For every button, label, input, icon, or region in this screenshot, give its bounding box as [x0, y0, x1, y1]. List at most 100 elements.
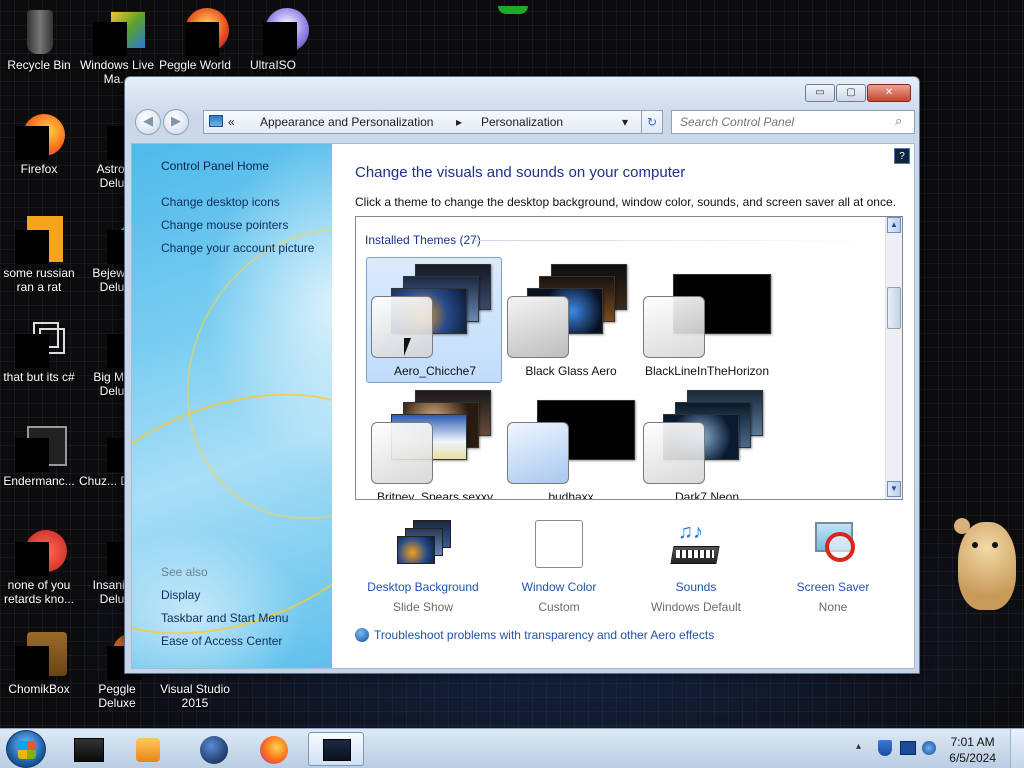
scroll-up-icon[interactable]: ▲ [887, 217, 901, 233]
desktop-icon-peggle-world[interactable]: Peggle World [156, 8, 234, 72]
desktop-icon-label: Recycle Bin [7, 58, 71, 72]
recycle-bin-icon [15, 8, 63, 56]
tray-overflow-icon[interactable]: ▴ [856, 741, 861, 752]
forward-button[interactable]: ▶ [163, 109, 189, 135]
breadcrumb-separator[interactable]: ▸ [456, 115, 462, 129]
desktop-icon-chomikbox[interactable]: ChomikBox [0, 632, 78, 696]
clock-time: 7:01 AM [950, 735, 995, 749]
shield-icon[interactable] [878, 740, 892, 756]
window-color-swatch [371, 296, 433, 358]
desktop-icon-russian-rat[interactable]: some russian ran a rat [0, 216, 78, 294]
desktop-background-icon [395, 520, 451, 568]
theme-item-dark7-neon[interactable]: Dark7 Neon [638, 383, 774, 500]
desktop-icon-label: Peggle Deluxe [98, 682, 136, 710]
maximize-button[interactable]: ▢ [836, 84, 866, 102]
control-panel-icon [209, 115, 223, 127]
navigation-bar: ◀ ▶ « Appearance and Personalization ▸ P… [133, 107, 915, 137]
display-link[interactable]: Display [161, 588, 200, 602]
content-area: Control Panel Home Change desktop icons … [131, 143, 915, 669]
desktop-background-setting[interactable]: Desktop Background Slide Show [353, 520, 493, 614]
group-divider [474, 240, 874, 241]
theme-item-black-glass-aero[interactable]: Black Glass Aero [502, 257, 638, 383]
change-mouse-pointers-link[interactable]: Change mouse pointers [161, 218, 288, 232]
refresh-icon[interactable]: ↻ [641, 110, 663, 134]
breadcrumb-overflow[interactable]: « [228, 115, 235, 129]
desktop-icon-windows-live[interactable]: Windows Live Ma... [78, 8, 156, 86]
address-dropdown-icon[interactable]: ▾ [622, 115, 628, 129]
window-color-swatch [507, 422, 569, 484]
show-desktop-button[interactable] [1010, 729, 1024, 768]
change-account-picture-link[interactable]: Change your account picture [161, 241, 314, 255]
desktop-icon-recycle-bin[interactable]: Recycle Bin [0, 8, 78, 72]
theme-item-blacklineinthehorizon[interactable]: BlackLineInTheHorizon [638, 257, 774, 383]
search-input[interactable] [671, 110, 915, 134]
system-tray: ▴ 7:01 AM 6/5/2024 [844, 729, 1024, 768]
window-color-swatch [643, 422, 705, 484]
volume-icon[interactable] [922, 741, 936, 755]
desktop-icon-none-of-you[interactable]: none of you retards kno... [0, 528, 78, 606]
desktop-background-label[interactable]: Desktop Background [353, 580, 493, 594]
screen-saver-setting[interactable]: Screen Saver None [763, 520, 903, 614]
window-color-setting[interactable]: Window Color Custom [489, 520, 629, 614]
close-button[interactable]: ✕ [867, 84, 911, 102]
window-controls: ▭ ▢ ✕ [805, 84, 911, 102]
breadcrumb-personalization[interactable]: Personalization [481, 115, 563, 129]
theme-item-aero-chicche7[interactable]: Aero_Chicche7 [366, 257, 502, 383]
scroll-down-icon[interactable]: ▼ [887, 481, 901, 497]
desktop-icon-label: Peggle World [159, 58, 231, 72]
group-header-installed-themes[interactable]: Installed Themes (27) [365, 233, 481, 247]
copy-icon [15, 320, 65, 368]
desktop-icon-label: ChomikBox [8, 682, 70, 696]
desktop-icon-label: Firefox [20, 162, 58, 176]
theme-item-britney-spears[interactable]: Britney_Spears sexxy [366, 383, 502, 500]
sounds-setting[interactable]: ♫♪ Sounds Windows Default [626, 520, 766, 614]
address-bar[interactable]: « Appearance and Personalization ▸ Perso… [203, 110, 663, 134]
start-button[interactable] [6, 730, 46, 768]
taskbar-app-3[interactable] [186, 732, 242, 766]
page-title: Change the visuals and sounds on your co… [355, 164, 686, 181]
window-color-icon [531, 520, 587, 568]
desktop-icon-ultraiso[interactable]: UltraISO [234, 8, 312, 72]
theme-name: Dark7 Neon [674, 490, 740, 500]
control-panel-home-link[interactable]: Control Panel Home [161, 159, 269, 173]
troubleshoot-label[interactable]: Troubleshoot problems with transparency … [374, 628, 714, 642]
desktop-icon-endermanch[interactable]: Endermanc... [0, 424, 78, 488]
themes-scrollbar[interactable]: ▲ ▼ [885, 217, 902, 499]
search-icon[interactable]: ⌕ [895, 114, 902, 129]
chomikbox-icon [15, 632, 67, 680]
taskbar-app-1[interactable] [62, 732, 118, 766]
top-indicator [498, 6, 528, 14]
taskbar-firefox[interactable] [246, 732, 302, 766]
troubleshoot-link[interactable]: Troubleshoot problems with transparency … [355, 628, 714, 642]
theme-item-budhaxx[interactable]: budhaxx [502, 383, 638, 500]
breadcrumb-appearance[interactable]: Appearance and Personalization [260, 115, 433, 129]
theme-name: budhaxx [548, 490, 594, 500]
taskbar-start-menu-link[interactable]: Taskbar and Start Menu [161, 611, 288, 625]
desktop-icon-that-but-its-c[interactable]: that but its c# [0, 320, 78, 384]
back-button[interactable]: ◀ [135, 109, 161, 135]
sounds-label[interactable]: Sounds [626, 580, 766, 594]
peggle-world-icon [171, 8, 229, 56]
scroll-thumb[interactable] [887, 287, 901, 329]
window-color-swatch [507, 296, 569, 358]
help-icon[interactable]: ? [894, 148, 910, 164]
desktop-icon-firefox[interactable]: Firefox [0, 112, 78, 176]
taskbar-control-panel[interactable] [308, 732, 364, 766]
screen-saver-label[interactable]: Screen Saver [763, 580, 903, 594]
desktop-icon-label: Visual Studio 2015 [160, 682, 230, 710]
globe-icon [200, 736, 228, 764]
window-color-label[interactable]: Window Color [489, 580, 629, 594]
clock[interactable]: 7:01 AM 6/5/2024 [949, 734, 996, 766]
theme-name: BlackLineInTheHorizon [644, 364, 770, 378]
desktop-icon-label: that but its c# [3, 370, 75, 384]
taskbar: ▴ 7:01 AM 6/5/2024 [0, 728, 1024, 768]
network-icon[interactable] [900, 741, 916, 755]
minimize-button[interactable]: ▭ [805, 84, 835, 102]
ease-of-access-link[interactable]: Ease of Access Center [161, 634, 282, 648]
taskbar-media-player[interactable] [122, 732, 178, 766]
change-desktop-icons-link[interactable]: Change desktop icons [161, 195, 280, 209]
personalization-window: ▭ ▢ ✕ ◀ ▶ « Appearance and Personalizati… [124, 76, 920, 674]
task-pane: Control Panel Home Change desktop icons … [132, 144, 332, 668]
theme-name: Britney_Spears sexxy [376, 490, 494, 500]
app-icon [74, 738, 104, 762]
